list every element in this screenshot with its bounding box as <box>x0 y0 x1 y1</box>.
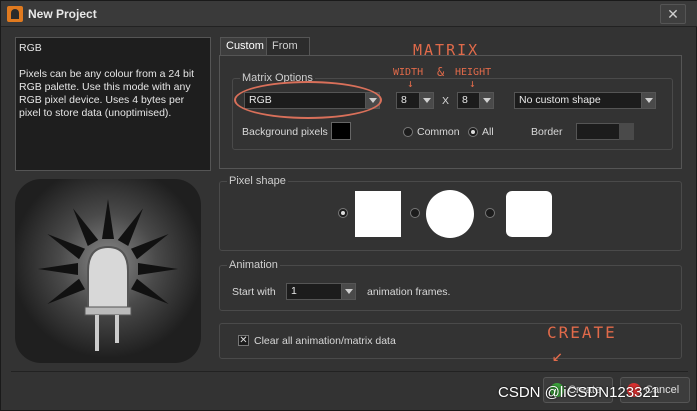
animation-label: Animation <box>227 259 280 271</box>
pixel-shape-label: Pixel shape <box>227 175 288 187</box>
radio-shape-square[interactable] <box>338 208 348 218</box>
chevron-down-icon <box>419 93 433 108</box>
radio-all-label: All <box>482 126 494 138</box>
chevron-down-icon <box>479 93 493 108</box>
dimension-x-label: X <box>442 95 450 107</box>
close-button[interactable]: ✕ <box>660 4 686 24</box>
annotation-matrix: MATRIX <box>413 41 480 59</box>
matrix-width-select[interactable]: 8 <box>396 92 434 109</box>
custom-shape-value: No custom shape <box>519 94 601 106</box>
chevron-down-icon <box>641 93 655 108</box>
clear-data-checkbox[interactable]: ✕ <box>238 335 249 346</box>
annotation-ampersand: & <box>437 65 445 79</box>
radio-common-label: Common <box>417 126 460 138</box>
background-pixels-label: Background pixels <box>242 126 328 138</box>
annotation-create: CREATE <box>547 323 617 342</box>
tab-custom[interactable]: Custom <box>220 37 270 55</box>
chevron-down-icon <box>341 284 355 299</box>
tab-from-preset[interactable]: From Preset <box>266 37 310 69</box>
led-preview-image <box>15 179 201 363</box>
start-with-label: Start with <box>232 286 276 298</box>
app-icon <box>7 6 23 22</box>
background-color-swatch[interactable] <box>331 122 351 140</box>
radio-shape-rounded[interactable] <box>485 208 495 218</box>
mode-description-title: RGB <box>19 42 42 54</box>
mode-description-box: RGB Pixels can be any colour from a 24 b… <box>15 37 211 171</box>
annotation-ellipse <box>234 81 382 119</box>
radio-all[interactable] <box>468 127 478 137</box>
rounded-square-shape-icon[interactable] <box>506 191 552 237</box>
matrix-height-value: 8 <box>462 94 468 106</box>
watermark-text: CSDN @liCSDN123321 <box>498 384 660 401</box>
new-project-dialog: New Project ✕ RGB Pixels can be any colo… <box>0 0 697 411</box>
square-shape-icon[interactable] <box>355 191 401 237</box>
annotation-arrow-width: ↓ <box>407 77 414 90</box>
custom-shape-select[interactable]: No custom shape <box>514 92 656 109</box>
radio-shape-circle[interactable] <box>410 208 420 218</box>
annotation-arrow-create: ↙ <box>552 345 563 366</box>
border-label: Border <box>531 126 563 138</box>
mode-description-text: Pixels can be any colour from a 24 bit R… <box>19 68 195 119</box>
dialog-footer-divider <box>11 371 688 372</box>
clear-data-label: Clear all animation/matrix data <box>254 335 396 347</box>
animation-frames-select[interactable]: 1 <box>286 283 356 300</box>
matrix-height-select[interactable]: 8 <box>457 92 494 109</box>
matrix-width-value: 8 <box>401 94 407 106</box>
chevron-down-icon <box>619 123 634 140</box>
window-title: New Project <box>28 7 97 21</box>
radio-common[interactable] <box>403 127 413 137</box>
border-color-select[interactable] <box>576 123 634 140</box>
annotation-arrow-height: ↓ <box>469 77 476 90</box>
animation-frames-suffix: animation frames. <box>367 286 451 298</box>
animation-frames-value: 1 <box>291 285 297 297</box>
title-bar: New Project ✕ <box>1 1 697 27</box>
circle-shape-icon[interactable] <box>426 190 474 238</box>
